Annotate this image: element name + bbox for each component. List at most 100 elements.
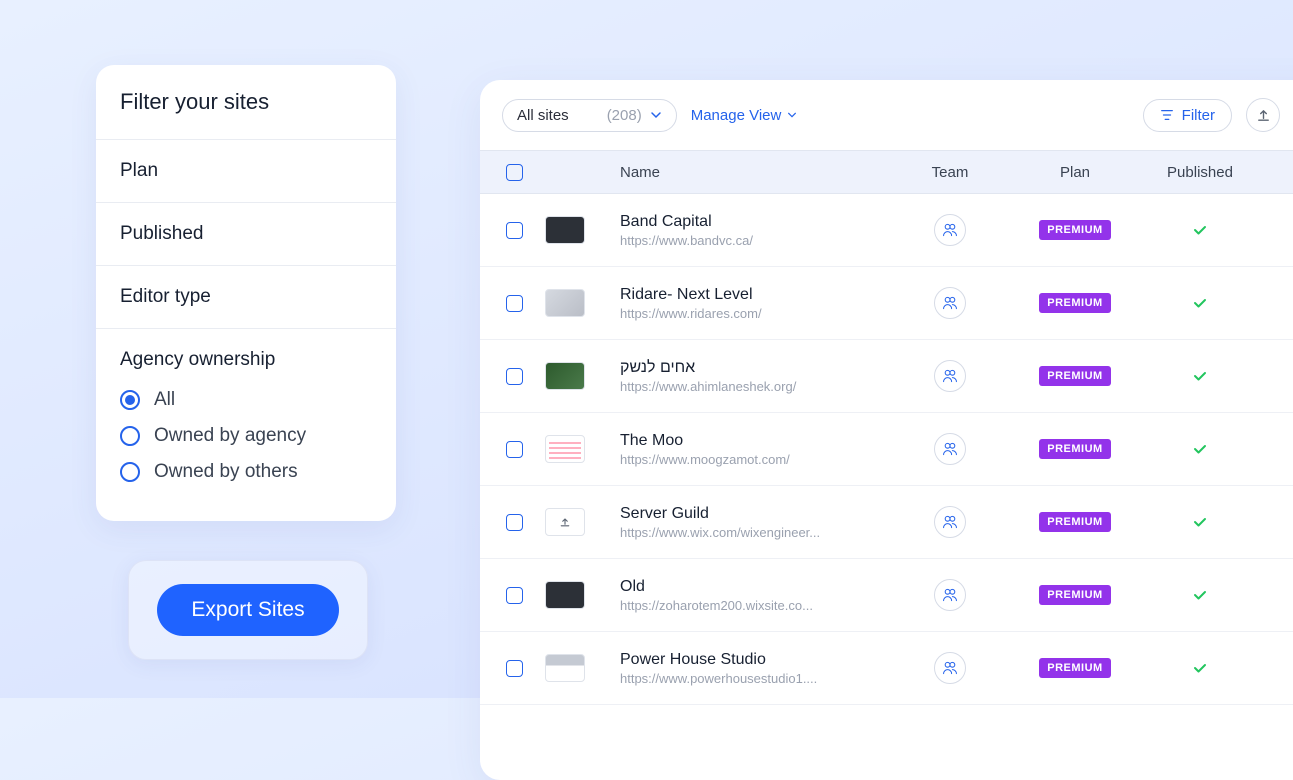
site-thumbnail <box>545 581 585 609</box>
team-button[interactable] <box>934 579 966 611</box>
team-button[interactable] <box>934 433 966 465</box>
filter-panel: Filter your sites Plan Published Editor … <box>96 65 396 521</box>
filter-item-published[interactable]: Published <box>96 203 396 266</box>
radio-label: Owned by others <box>154 461 298 483</box>
last-updated: Oct 5, <box>1260 660 1293 677</box>
last-updated: Oct 11, <box>1260 368 1293 385</box>
team-button[interactable] <box>934 652 966 684</box>
site-thumbnail <box>545 435 585 463</box>
team-icon <box>942 660 958 676</box>
team-icon <box>942 514 958 530</box>
plan-badge: PREMIUM <box>1039 366 1110 386</box>
export-icon-button[interactable] <box>1246 98 1280 132</box>
filter-item-editor-type[interactable]: Editor type <box>96 266 396 329</box>
sites-panel: All sites (208) Manage View Filter <box>480 80 1293 780</box>
chevron-down-icon <box>787 110 797 120</box>
filter-button[interactable]: Filter <box>1143 99 1232 132</box>
table-row[interactable]: Old https://zoharotem200.wixsite.co... P… <box>480 559 1293 632</box>
col-team: Team <box>890 164 1010 181</box>
selector-label: All sites <box>517 107 569 124</box>
site-name: Band Capital <box>620 213 880 231</box>
plan-badge: PREMIUM <box>1039 658 1110 678</box>
last-updated: Oct 10 <box>1260 514 1293 531</box>
site-thumbnail <box>545 216 585 244</box>
table-row[interactable]: Server Guild https://www.wix.com/wixengi… <box>480 486 1293 559</box>
col-updated: Last up <box>1260 164 1293 181</box>
last-updated: Oct 11, <box>1260 441 1293 458</box>
toolbar: All sites (208) Manage View Filter <box>480 80 1293 150</box>
site-url: https://zoharotem200.wixsite.co... <box>620 598 870 613</box>
filter-icon <box>1160 108 1174 122</box>
team-button[interactable] <box>934 506 966 538</box>
check-icon <box>1192 222 1208 238</box>
row-checkbox[interactable] <box>506 368 523 385</box>
row-checkbox[interactable] <box>506 660 523 677</box>
upload-icon <box>1256 108 1271 123</box>
selector-count: (208) <box>607 107 642 124</box>
radio-icon <box>120 426 140 446</box>
filter-group-title: Agency ownership <box>120 349 372 371</box>
site-url: https://www.wix.com/wixengineer... <box>620 525 870 540</box>
export-button-wrap: Export Sites <box>128 560 368 660</box>
site-selector[interactable]: All sites (208) <box>502 99 677 132</box>
team-icon <box>942 368 958 384</box>
table-row[interactable]: Power House Studio https://www.powerhous… <box>480 632 1293 705</box>
chevron-down-icon <box>650 109 662 121</box>
radio-label: Owned by agency <box>154 425 306 447</box>
last-updated: Oct 11, <box>1260 295 1293 312</box>
radio-label: All <box>154 389 175 411</box>
site-thumbnail <box>545 289 585 317</box>
plan-badge: PREMIUM <box>1039 512 1110 532</box>
table-row[interactable]: The Moo https://www.moogzamot.com/ PREMI… <box>480 413 1293 486</box>
check-icon <box>1192 514 1208 530</box>
row-checkbox[interactable] <box>506 441 523 458</box>
filter-title: Filter your sites <box>96 65 396 140</box>
col-published: Published <box>1140 164 1260 181</box>
site-url: https://www.ahimlaneshek.org/ <box>620 379 870 394</box>
site-name: The Moo <box>620 432 880 450</box>
row-checkbox[interactable] <box>506 514 523 531</box>
col-name: Name <box>620 164 890 181</box>
table-body: Band Capital https://www.bandvc.ca/ PREM… <box>480 194 1293 705</box>
radio-icon <box>120 462 140 482</box>
check-icon <box>1192 295 1208 311</box>
row-checkbox[interactable] <box>506 295 523 312</box>
last-updated: Oct 9, <box>1260 587 1293 604</box>
row-checkbox[interactable] <box>506 587 523 604</box>
select-all-checkbox[interactable] <box>506 164 523 181</box>
site-url: https://www.moogzamot.com/ <box>620 452 870 467</box>
team-button[interactable] <box>934 287 966 319</box>
check-icon <box>1192 660 1208 676</box>
table-row[interactable]: Ridare- Next Level https://www.ridares.c… <box>480 267 1293 340</box>
team-icon <box>942 222 958 238</box>
site-thumbnail <box>545 362 585 390</box>
export-sites-button[interactable]: Export Sites <box>157 584 338 636</box>
team-icon <box>942 295 958 311</box>
radio-owned-agency[interactable]: Owned by agency <box>120 425 372 447</box>
plan-badge: PREMIUM <box>1039 439 1110 459</box>
radio-all[interactable]: All <box>120 389 372 411</box>
table-header: Name Team Plan Published Last up <box>480 150 1293 194</box>
check-icon <box>1192 368 1208 384</box>
team-button[interactable] <box>934 360 966 392</box>
site-url: https://www.bandvc.ca/ <box>620 233 870 248</box>
manage-view-label: Manage View <box>691 107 782 124</box>
plan-badge: PREMIUM <box>1039 220 1110 240</box>
team-icon <box>942 587 958 603</box>
check-icon <box>1192 587 1208 603</box>
site-thumbnail <box>545 654 585 682</box>
filter-group-ownership: Agency ownership All Owned by agency Own… <box>96 329 396 521</box>
filter-item-plan[interactable]: Plan <box>96 140 396 203</box>
site-name: Old <box>620 578 880 596</box>
plan-badge: PREMIUM <box>1039 585 1110 605</box>
row-checkbox[interactable] <box>506 222 523 239</box>
radio-owned-others[interactable]: Owned by others <box>120 461 372 483</box>
manage-view-link[interactable]: Manage View <box>691 107 798 124</box>
col-plan: Plan <box>1010 164 1140 181</box>
site-name: Power House Studio <box>620 651 880 669</box>
check-icon <box>1192 441 1208 457</box>
table-row[interactable]: אחים לנשק https://www.ahimlaneshek.org/ … <box>480 340 1293 413</box>
last-updated: Oct 14 <box>1260 222 1293 239</box>
team-button[interactable] <box>934 214 966 246</box>
table-row[interactable]: Band Capital https://www.bandvc.ca/ PREM… <box>480 194 1293 267</box>
